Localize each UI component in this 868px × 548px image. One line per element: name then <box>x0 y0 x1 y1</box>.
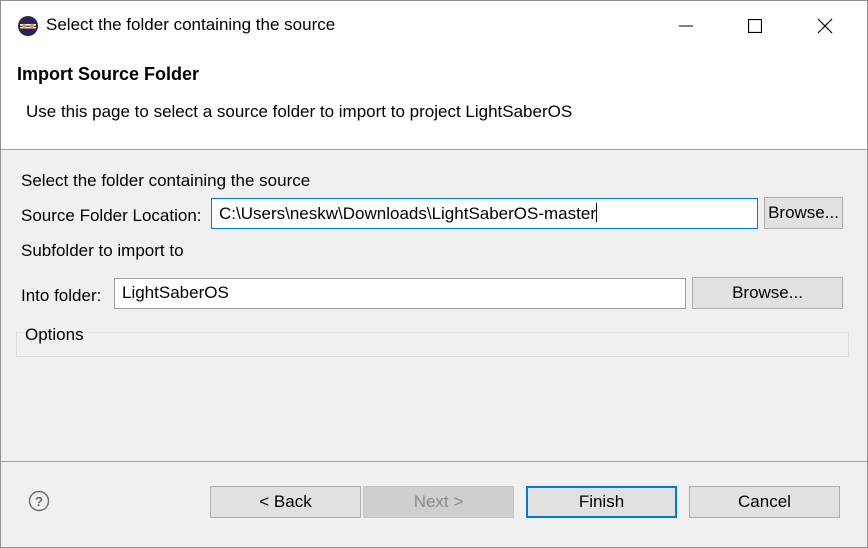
minimize-button[interactable] <box>651 1 721 51</box>
next-button[interactable]: Next > <box>363 486 514 518</box>
eclipse-icon <box>18 16 38 36</box>
maximize-icon <box>748 19 762 33</box>
wizard-banner: Import Source Folder Use this page to se… <box>1 51 867 149</box>
page-title: Import Source Folder <box>17 64 200 84</box>
cancel-button[interactable]: Cancel <box>689 486 840 518</box>
window-title: Select the folder containing the source <box>46 15 336 34</box>
options-group <box>16 332 849 357</box>
page-description: Use this page to select a source folder … <box>26 102 573 121</box>
back-button[interactable]: < Back <box>210 486 361 518</box>
source-folder-label: Source Folder Location: <box>21 206 202 225</box>
close-button[interactable] <box>790 1 860 51</box>
intro-label: Select the folder containing the source <box>21 171 311 190</box>
subfolder-label: Subfolder to import to <box>21 241 184 260</box>
options-label: Options <box>25 325 84 344</box>
source-browse-button[interactable]: Browse... <box>764 197 843 229</box>
into-folder-input[interactable]: LightSaberOS <box>114 278 686 309</box>
close-icon <box>817 18 833 34</box>
text-caret <box>595 203 597 222</box>
wizard-content: Select the folder containing the source … <box>1 150 867 462</box>
svg-text:?: ? <box>35 494 43 509</box>
source-folder-input[interactable]: C:\Users\neskw\Downloads\LightSaberOS-ma… <box>211 198 758 229</box>
into-browse-button[interactable]: Browse... <box>692 277 843 309</box>
finish-button[interactable]: Finish <box>526 486 677 518</box>
minimize-icon <box>679 25 693 27</box>
import-source-dialog: Select the folder containing the source … <box>0 0 868 548</box>
into-folder-label: Into folder: <box>21 286 102 305</box>
title-bar: Select the folder containing the source <box>1 1 867 51</box>
maximize-button[interactable] <box>720 1 790 51</box>
wizard-footer: ? < Back Next > Finish Cancel <box>1 462 867 547</box>
help-icon[interactable]: ? <box>28 490 50 512</box>
source-folder-value: C:\Users\neskw\Downloads\LightSaberOS-ma… <box>219 204 596 223</box>
